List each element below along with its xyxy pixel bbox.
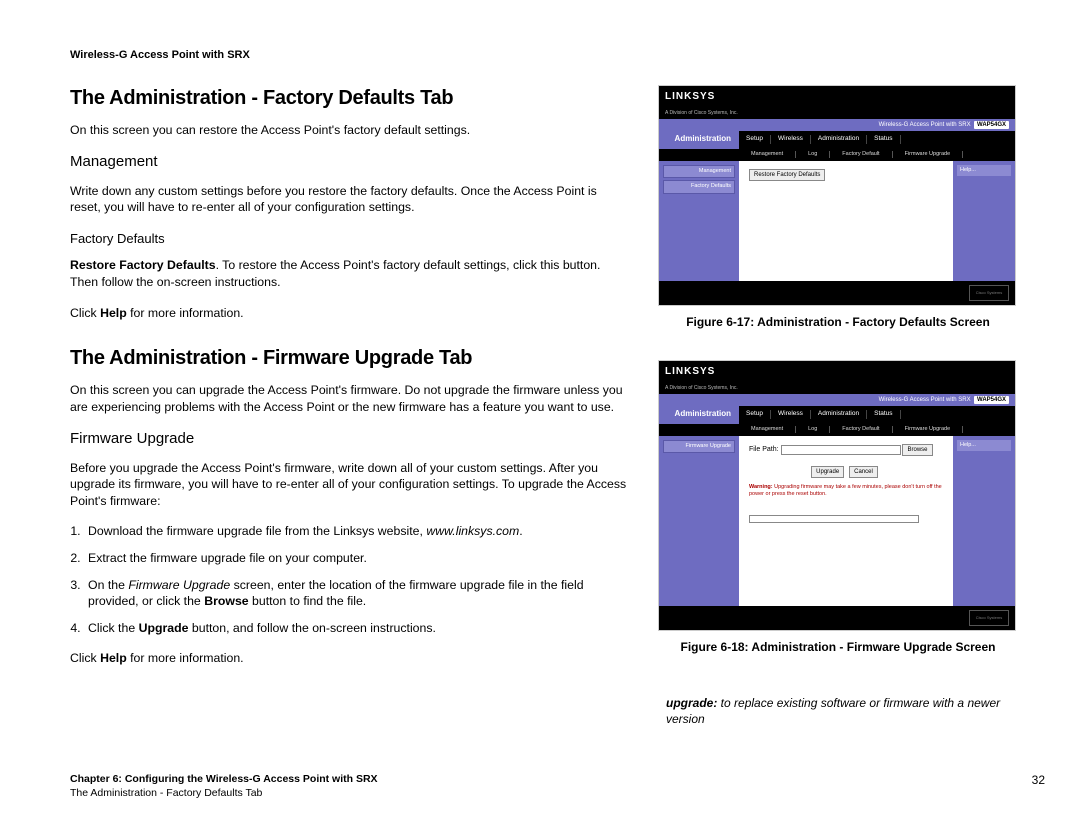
tab-wireless[interactable]: Wireless [771,135,811,144]
side-column: LINKSYS A Division of Cisco Systems, Inc… [658,85,1018,727]
t: Download the firmware upgrade file from … [88,524,426,538]
progress-bar [749,515,919,523]
factory-defaults-para: Restore Factory Defaults. To restore the… [70,257,630,290]
brand-logo: LINKSYS [665,90,715,104]
main-tabs: Setup Wireless Administration Status [739,131,1015,149]
t: Firmware Upgrade [128,578,230,592]
help-post: for more information. [127,651,244,665]
figure-6-18-caption: Figure 6-18: Administration - Firmware U… [658,639,1018,655]
subtab-factory-default[interactable]: Factory Default [830,426,892,433]
model-badge: WAP54GX [974,396,1009,404]
page-footer: Chapter 6: Configuring the Wireless-G Ac… [70,772,1045,800]
left-label-factory-defaults: Factory Defaults [663,180,735,193]
subtab-factory-default[interactable]: Factory Default [830,151,892,158]
srx-title: Wireless-G Access Point with SRX [879,122,971,128]
help-link[interactable]: Help... [957,440,1011,451]
subtab-log[interactable]: Log [796,426,830,433]
footer-chapter: Chapter 6: Configuring the Wireless-G Ac… [70,773,378,785]
sub-tabs: Management Log Factory Default Firmware … [659,149,1015,161]
help-pre: Click [70,651,100,665]
help-link[interactable]: Help... [957,165,1011,176]
t: button, and follow the on-screen instruc… [188,621,435,635]
management-para: Write down any custom settings before yo… [70,183,630,216]
tab-wireless[interactable]: Wireless [771,410,811,419]
sub-tabs: Management Log Factory Default Firmware … [659,424,1015,436]
gloss-term: upgrade: [666,696,717,710]
tab-status[interactable]: Status [867,410,900,419]
cisco-logo: Cisco Systems [969,285,1009,301]
help-para-1: Click Help for more information. [70,305,630,322]
subhead-factory-defaults: Factory Defaults [70,230,630,248]
subtab-firmware-upgrade[interactable]: Firmware Upgrade [893,151,964,158]
upgrade-warning: Warning: Upgrading firmware may take a f… [749,484,943,499]
footer-subtitle: The Administration - Factory Defaults Ta… [70,786,378,800]
gloss-def: to replace existing software or firmware… [666,696,1000,726]
main-tabs: Setup Wireless Administration Status [739,406,1015,424]
t: button to find the file. [249,594,367,608]
upgrade-steps-list: Download the firmware upgrade file from … [84,523,630,636]
cisco-logo: Cisco Systems [969,610,1009,626]
firmware-upgrade-para: Before you upgrade the Access Point's fi… [70,460,630,510]
nav-label: Administration [659,134,739,145]
intro-para-2: On this screen you can upgrade the Acces… [70,382,630,415]
tab-administration[interactable]: Administration [811,135,867,144]
brand-sub: A Division of Cisco Systems, Inc. [665,385,738,392]
browse-button[interactable]: Browse [902,444,932,456]
brand-sub: A Division of Cisco Systems, Inc. [665,110,738,117]
help-bold: Help [100,651,127,665]
help-para-2: Click Help for more information. [70,650,630,667]
tab-administration[interactable]: Administration [811,410,867,419]
tab-setup[interactable]: Setup [739,135,771,144]
upgrade-button[interactable]: Upgrade [811,466,844,478]
restore-term: Restore Factory Defaults [70,258,216,272]
subhead-management: Management [70,152,630,172]
step-2: Extract the firmware upgrade file on you… [84,550,630,567]
t: Click the [88,621,139,635]
t: . [519,524,522,538]
subtab-management[interactable]: Management [739,151,796,158]
glossary-upgrade: upgrade: to replace existing software or… [658,695,1018,727]
help-pre: Click [70,306,100,320]
srx-title: Wireless-G Access Point with SRX [879,397,971,403]
screenshot-factory-defaults: LINKSYS A Division of Cisco Systems, Inc… [658,85,1016,306]
subhead-firmware-upgrade: Firmware Upgrade [70,429,630,449]
linksys-url: www.linksys.com [426,524,519,538]
product-header: Wireless-G Access Point with SRX [70,48,1045,63]
subtab-firmware-upgrade[interactable]: Firmware Upgrade [893,426,964,433]
help-bold: Help [100,306,127,320]
step-1: Download the firmware upgrade file from … [84,523,630,540]
figure-6-18: LINKSYS A Division of Cisco Systems, Inc… [658,360,1018,655]
help-post: for more information. [127,306,244,320]
filepath-input[interactable] [781,445,901,455]
warn-text: Upgrading firmware may take a few minute… [749,484,942,497]
figure-6-17: LINKSYS A Division of Cisco Systems, Inc… [658,85,1018,330]
model-badge: WAP54GX [974,121,1009,129]
section-title-factory-defaults: The Administration - Factory Defaults Ta… [70,85,630,112]
section-title-firmware-upgrade: The Administration - Firmware Upgrade Ta… [70,345,630,372]
screenshot-firmware-upgrade: LINKSYS A Division of Cisco Systems, Inc… [658,360,1016,631]
subtab-management[interactable]: Management [739,426,796,433]
nav-label: Administration [659,409,739,420]
figure-6-17-caption: Figure 6-17: Administration - Factory De… [658,314,1018,330]
warn-bold: Warning: [749,484,773,490]
left-label-firmware-upgrade: Firmware Upgrade [663,440,735,453]
step-4: Click the Upgrade button, and follow the… [84,620,630,637]
subtab-log[interactable]: Log [796,151,830,158]
brand-logo: LINKSYS [665,365,715,379]
restore-factory-defaults-button[interactable]: Restore Factory Defaults [749,169,825,181]
t: Upgrade [139,621,189,635]
t: Browse [204,594,248,608]
tab-setup[interactable]: Setup [739,410,771,419]
main-column: The Administration - Factory Defaults Ta… [70,85,630,727]
filepath-label: File Path: [749,446,779,453]
left-label-management: Management [663,165,735,178]
cancel-button[interactable]: Cancel [849,466,878,478]
t: On the [88,578,128,592]
intro-para-1: On this screen you can restore the Acces… [70,122,630,139]
step-3: On the Firmware Upgrade screen, enter th… [84,577,630,610]
tab-status[interactable]: Status [867,135,900,144]
page-number: 32 [1032,772,1045,788]
